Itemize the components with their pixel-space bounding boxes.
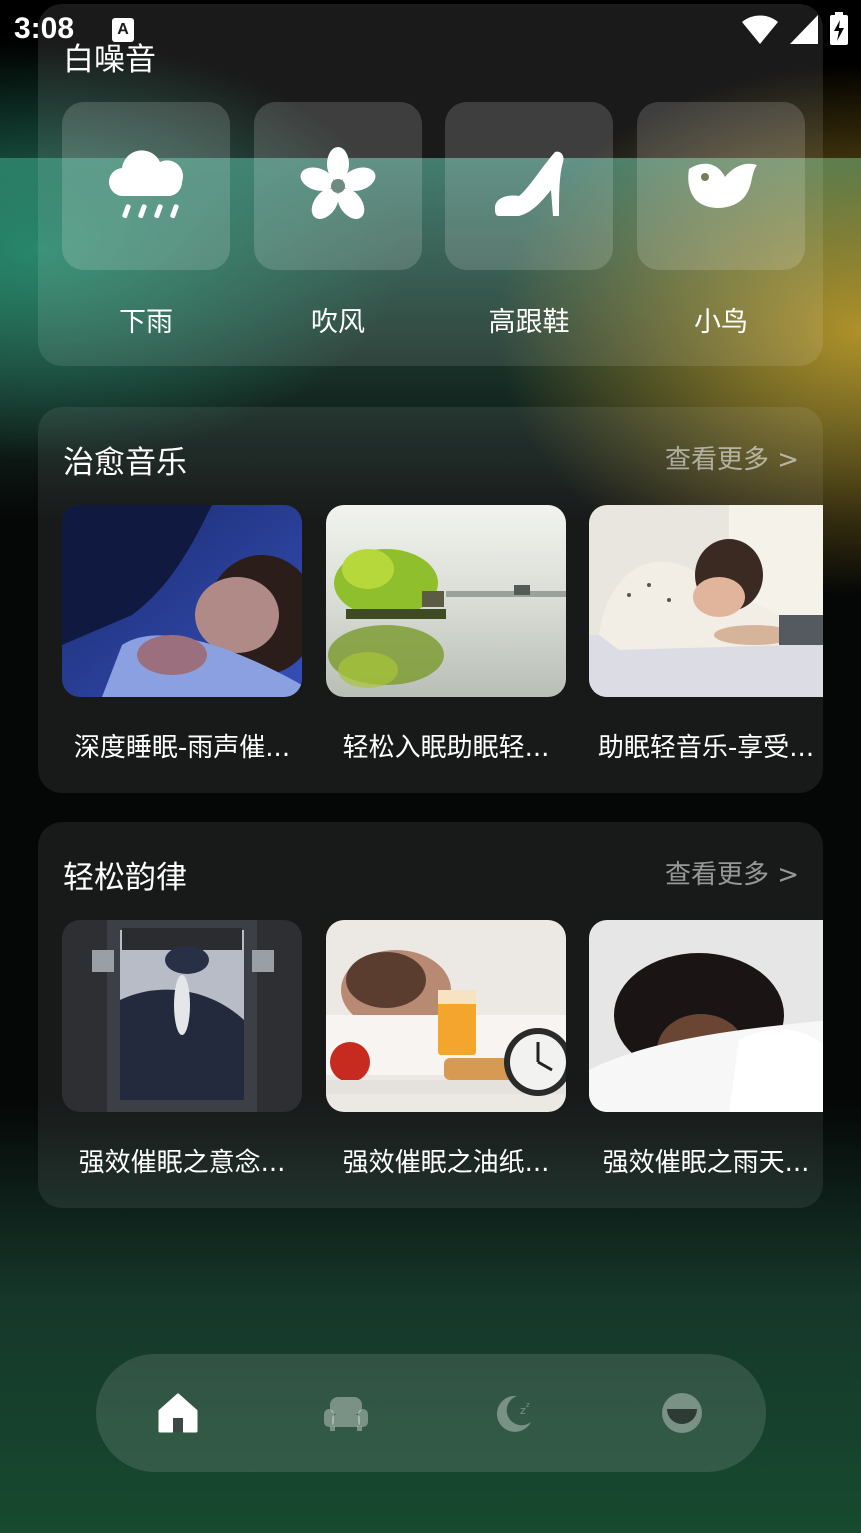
music-title: 强效催眠之意念... bbox=[78, 1148, 286, 1178]
tab-home[interactable] bbox=[156, 1391, 200, 1435]
thumbnail-image bbox=[326, 505, 566, 697]
noise-tile bbox=[254, 102, 422, 270]
noise-label: 高跟鞋 bbox=[488, 307, 570, 338]
white-noise-title: 白噪音 bbox=[63, 42, 156, 78]
music-title: 深度睡眠-雨声催... bbox=[73, 733, 291, 763]
music-title: 助眠轻音乐-享受... bbox=[597, 733, 815, 763]
noise-item-bird[interactable]: 小鸟 bbox=[637, 102, 805, 339]
see-more-link[interactable]: 查看更多 > bbox=[665, 439, 799, 476]
music-item[interactable]: 强效催眠之雨天... bbox=[589, 920, 823, 1179]
home-icon bbox=[158, 1393, 198, 1433]
noise-item-rain[interactable]: 下雨 bbox=[62, 102, 230, 339]
see-more-link[interactable]: 查看更多 > bbox=[665, 854, 799, 891]
music-title: 强效催眠之油纸... bbox=[342, 1148, 550, 1178]
music-item[interactable]: 轻松入眠助眠轻... bbox=[326, 505, 566, 764]
noise-label: 下雨 bbox=[119, 307, 173, 338]
mask-face-icon bbox=[662, 1393, 702, 1433]
music-item[interactable]: 深度睡眠-雨声催... bbox=[62, 505, 302, 764]
bird-icon bbox=[688, 163, 757, 208]
thumbnail-image bbox=[326, 920, 566, 1112]
noise-tile bbox=[445, 102, 613, 270]
noise-item-wind[interactable]: 吹风 bbox=[254, 102, 422, 339]
music-title: 轻松入眠助眠轻... bbox=[342, 733, 550, 763]
battery-charging-icon bbox=[830, 12, 848, 45]
noise-label: 小鸟 bbox=[694, 307, 748, 338]
tab-sleep[interactable]: z z bbox=[492, 1391, 536, 1435]
music-item[interactable]: 强效催眠之油纸... bbox=[326, 920, 566, 1179]
svg-text:z: z bbox=[526, 1401, 530, 1409]
thumbnail-image bbox=[62, 920, 302, 1112]
noise-tile bbox=[62, 102, 230, 270]
music-item[interactable]: 助眠轻音乐-享受... bbox=[589, 505, 823, 764]
thumbnail-image bbox=[589, 920, 823, 1112]
white-noise-card: 白噪音 下雨 吹风 高跟鞋 小鸟 bbox=[38, 4, 823, 366]
noise-label: 吹风 bbox=[311, 307, 365, 338]
tab-sofa[interactable] bbox=[324, 1391, 368, 1435]
moon-sleep-icon: z z bbox=[496, 1395, 531, 1432]
noise-item-heels[interactable]: 高跟鞋 bbox=[445, 102, 613, 339]
relaxing-rhythm-title: 轻松韵律 bbox=[63, 860, 187, 896]
music-title: 强效催眠之雨天... bbox=[602, 1148, 810, 1178]
thumbnail-image bbox=[589, 505, 823, 697]
noise-tile bbox=[637, 102, 805, 270]
sofa-icon bbox=[324, 1397, 368, 1431]
bottom-tab-bar: z z bbox=[96, 1354, 766, 1472]
rain-cloud-icon bbox=[108, 150, 184, 219]
music-item[interactable]: 强效催眠之意念... bbox=[62, 920, 302, 1179]
healing-music-title: 治愈音乐 bbox=[63, 445, 187, 481]
healing-music-card: 治愈音乐 查看更多 > 深度睡眠-雨声催... 轻松入眠助眠轻... 助眠轻音乐… bbox=[38, 407, 823, 793]
tab-profile[interactable] bbox=[660, 1391, 704, 1435]
relaxing-rhythm-card: 轻松韵律 查看更多 > 强效催眠之意念... 强效催眠之油纸... 强效催眠之雨… bbox=[38, 822, 823, 1208]
high-heel-icon bbox=[495, 151, 564, 216]
fan-icon bbox=[300, 147, 376, 219]
thumbnail-image bbox=[62, 505, 302, 697]
